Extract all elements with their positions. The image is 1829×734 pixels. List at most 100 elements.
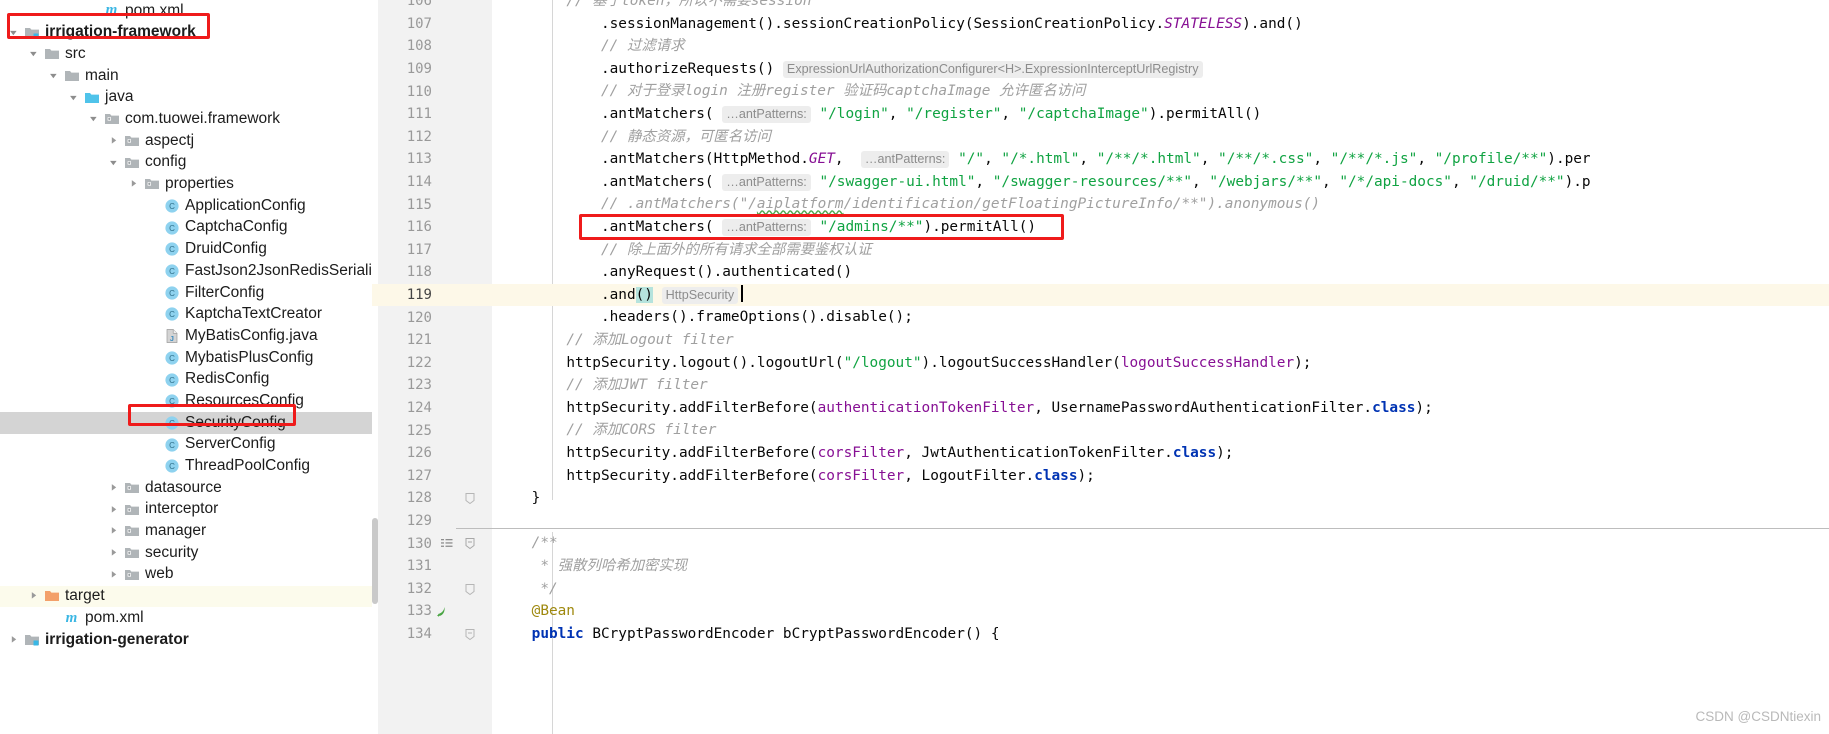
code-text-cell[interactable]: */	[492, 578, 1829, 601]
tree-item-redisconfig[interactable]: C RedisConfig	[0, 369, 372, 391]
line-number-cell[interactable]: 117	[372, 239, 492, 262]
inlay-hint[interactable]: HttpSecurity	[661, 286, 739, 304]
tree-item-config[interactable]: config	[0, 152, 372, 174]
code-text-cell[interactable]: httpSecurity.addFilterBefore(corsFilter,…	[492, 465, 1829, 488]
chevron-down-icon[interactable]	[6, 26, 22, 40]
code-line-119[interactable]: 119 .and() HttpSecurity	[372, 283, 1829, 307]
code-line-122[interactable]: 122 httpSecurity.logout().logoutUrl("/lo…	[372, 352, 1829, 375]
line-number-cell[interactable]: 111	[372, 103, 492, 126]
fold-start-icon[interactable]	[462, 535, 478, 551]
code-text-cell[interactable]: .and() HttpSecurity	[492, 283, 1829, 307]
chevron-right-icon[interactable]	[126, 177, 142, 191]
tree-item-filterconfig[interactable]: C FilterConfig	[0, 282, 372, 304]
code-line-116[interactable]: 116 .antMatchers( …antPatterns: "/admins…	[372, 216, 1829, 239]
line-number-cell[interactable]: 119	[372, 283, 492, 307]
inlay-hint[interactable]: …antPatterns:	[722, 173, 811, 191]
code-line-111[interactable]: 111 .antMatchers( …antPatterns: "/login"…	[372, 103, 1829, 126]
chevron-right-icon[interactable]	[106, 481, 122, 495]
code-text-cell[interactable]: @Bean	[492, 600, 1829, 623]
line-number-cell[interactable]: 113	[372, 148, 492, 171]
code-line-133[interactable]: 133 @Bean	[372, 600, 1829, 623]
inlay-hint[interactable]: …antPatterns:	[722, 219, 811, 236]
code-line-109[interactable]: 109 .authorizeRequests() ExpressionUrlAu…	[372, 58, 1829, 81]
tree-item-src[interactable]: src	[0, 43, 372, 65]
line-number-cell[interactable]: 130	[372, 532, 492, 555]
line-number-cell[interactable]: 123	[372, 374, 492, 397]
tree-item-captchaconfig[interactable]: C CaptchaConfig	[0, 217, 372, 239]
line-number-cell[interactable]: 129	[372, 510, 492, 533]
inlay-hint[interactable]: …antPatterns:	[722, 106, 811, 123]
line-number-cell[interactable]: 127	[372, 465, 492, 488]
chevron-right-icon[interactable]	[106, 546, 122, 560]
tree-item-kaptchatextcreator[interactable]: C KaptchaTextCreator	[0, 304, 372, 326]
chevron-right-icon[interactable]	[106, 568, 122, 582]
code-line-112[interactable]: 112 // 静态资源，可匿名访问	[372, 126, 1829, 149]
code-line-120[interactable]: 120 .headers().frameOptions().disable();	[372, 306, 1829, 329]
chevron-right-icon[interactable]	[26, 589, 42, 603]
line-number-cell[interactable]: 115	[372, 193, 492, 216]
code-text-cell[interactable]: .authorizeRequests() ExpressionUrlAuthor…	[492, 58, 1829, 81]
code-text-cell[interactable]: .antMatchers( …antPatterns: "/admins/**"…	[492, 216, 1829, 239]
line-number-cell[interactable]: 133	[372, 600, 492, 623]
spring-bean-gutter-icon[interactable]	[434, 603, 450, 619]
fold-start-icon[interactable]	[462, 626, 478, 642]
code-text-cell[interactable]: // .antMatchers("/aiplatform/identificat…	[492, 193, 1829, 216]
line-number-cell[interactable]: 121	[372, 329, 492, 352]
inlay-hint[interactable]: ExpressionUrlAuthorizationConfigurer<H>.…	[782, 60, 1203, 78]
line-number-cell[interactable]: 122	[372, 352, 492, 375]
line-number-cell[interactable]: 108	[372, 35, 492, 58]
tree-item-irrigation-framework[interactable]: irrigation-framework	[0, 22, 372, 44]
code-text-cell[interactable]: // 除上面外的所有请求全部需要鉴权认证	[492, 239, 1829, 262]
chevron-down-icon[interactable]	[86, 112, 102, 126]
chevron-right-icon[interactable]	[6, 633, 22, 647]
line-number-cell[interactable]: 125	[372, 419, 492, 442]
line-number-cell[interactable]: 106	[372, 0, 492, 13]
tree-item-fastjson2jsonredisserializer[interactable]: C FastJson2JsonRedisSerializer	[0, 260, 372, 282]
code-text-cell[interactable]: // 基于token，所以不需要session	[492, 0, 1829, 13]
tree-item-main[interactable]: main	[0, 65, 372, 87]
code-text-cell[interactable]: // 添加Logout filter	[492, 329, 1829, 352]
code-line-117[interactable]: 117 // 除上面外的所有请求全部需要鉴权认证	[372, 239, 1829, 262]
tree-item-aspectj[interactable]: aspectj	[0, 130, 372, 152]
tree-item-mybatisconfig-java[interactable]: J MyBatisConfig.java	[0, 325, 372, 347]
chevron-down-icon[interactable]	[66, 91, 82, 105]
tree-item-resourcesconfig[interactable]: C ResourcesConfig	[0, 390, 372, 412]
code-line-106[interactable]: 106 // 基于token，所以不需要session	[372, 0, 1829, 13]
code-text-cell[interactable]: .antMatchers( …antPatterns: "/login", "/…	[492, 103, 1829, 126]
code-text-cell[interactable]: /**	[492, 532, 1829, 555]
doc-render-gutter-icon[interactable]	[439, 535, 455, 551]
chevron-right-icon[interactable]	[106, 524, 122, 538]
code-line-124[interactable]: 124 httpSecurity.addFilterBefore(authent…	[372, 397, 1829, 420]
line-number-cell[interactable]: 128	[372, 487, 492, 510]
inlay-hint[interactable]: …antPatterns:	[860, 151, 950, 169]
code-text-cell[interactable]: // 过滤请求	[492, 35, 1829, 58]
tree-item-securityconfig[interactable]: C SecurityConfig	[0, 412, 372, 434]
code-text-cell[interactable]: // 对于登录login 注册register 验证码captchaImage …	[492, 80, 1829, 103]
tree-item-irrigation-generator[interactable]: irrigation-generator	[0, 629, 372, 651]
code-lines[interactable]: 106 // 基于token，所以不需要session 107 .sessionM…	[372, 0, 1829, 734]
code-text-cell[interactable]: .antMatchers(HttpMethod.GET, …antPattern…	[492, 148, 1829, 171]
line-number-cell[interactable]: 112	[372, 126, 492, 149]
tree-item-java[interactable]: java	[0, 87, 372, 109]
code-line-128[interactable]: 128 }	[372, 487, 1829, 510]
tree-item-security[interactable]: security	[0, 542, 372, 564]
line-number-cell[interactable]: 124	[372, 397, 492, 420]
line-number-cell[interactable]: 110	[372, 80, 492, 103]
tree-item-applicationconfig[interactable]: C ApplicationConfig	[0, 195, 372, 217]
line-number-cell[interactable]: 114	[372, 171, 492, 194]
code-text-cell[interactable]	[492, 510, 1829, 533]
code-text-cell[interactable]: * 强散列哈希加密实现	[492, 555, 1829, 578]
tree-item-serverconfig[interactable]: C ServerConfig	[0, 434, 372, 456]
chevron-down-icon[interactable]	[46, 69, 62, 83]
line-number-cell[interactable]: 134	[372, 623, 492, 646]
line-number-cell[interactable]: 118	[372, 261, 492, 284]
tree-item-web[interactable]: web	[0, 564, 372, 586]
code-line-113[interactable]: 113 .antMatchers(HttpMethod.GET, …antPat…	[372, 148, 1829, 171]
tree-item-datasource[interactable]: datasource	[0, 477, 372, 499]
chevron-right-icon[interactable]	[106, 503, 122, 517]
code-text-cell[interactable]: .antMatchers( …antPatterns: "/swagger-ui…	[492, 171, 1829, 194]
code-text-cell[interactable]: // 添加CORS filter	[492, 419, 1829, 442]
tree-item-properties[interactable]: properties	[0, 174, 372, 196]
fold-end-icon[interactable]	[462, 490, 478, 506]
line-number-cell[interactable]: 132	[372, 578, 492, 601]
